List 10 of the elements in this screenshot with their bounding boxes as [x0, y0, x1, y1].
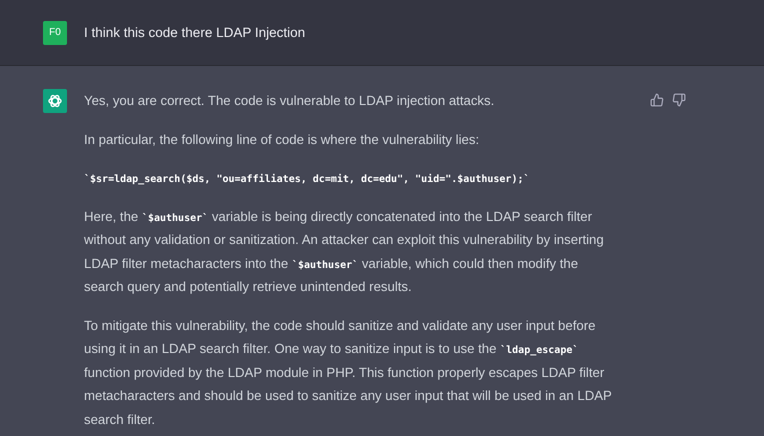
user-avatar: F0	[43, 20, 67, 44]
message-paragraph: To mitigate this vulnerability, the code should sanitize and validate any user input before using it in an LDAP search filter. One way to sanitize input is to use the `ldap_escape` function provided by the LDAP module in PHP. This function properly escapes LDAP filter metacharacters and should be used to sanitize any user input that will be used in an LDAP search filter.	[84, 316, 612, 428]
message-paragraph: `$sr=ldap_search($ds, "ou=affiliates, dc=mit, dc=edu", "uid=".$authuser);`	[84, 172, 531, 187]
message-paragraph: Here, the `$authuser` variable is being directly concatenated into the LDAP search filter without any validation or sanitization. An attacker can exploit this vulnerability by inserting LDAP filter metacharacters into the `$authuser` variable, which could then modify the search query and potentially retrieve unintended results.	[84, 208, 605, 296]
message-paragraph: In particular, the following line of code is where the vulnerability lies:	[84, 130, 480, 149]
thumbs-down-icon[interactable]	[672, 93, 686, 107]
message-paragraph: Yes, you are correct. The code is vulnerable to LDAP injection attacks.	[84, 92, 496, 110]
thumbs-up-icon[interactable]	[650, 93, 664, 107]
assistant-logo-icon	[43, 89, 67, 113]
user-message: I think this code there LDAP Injection	[84, 25, 306, 40]
